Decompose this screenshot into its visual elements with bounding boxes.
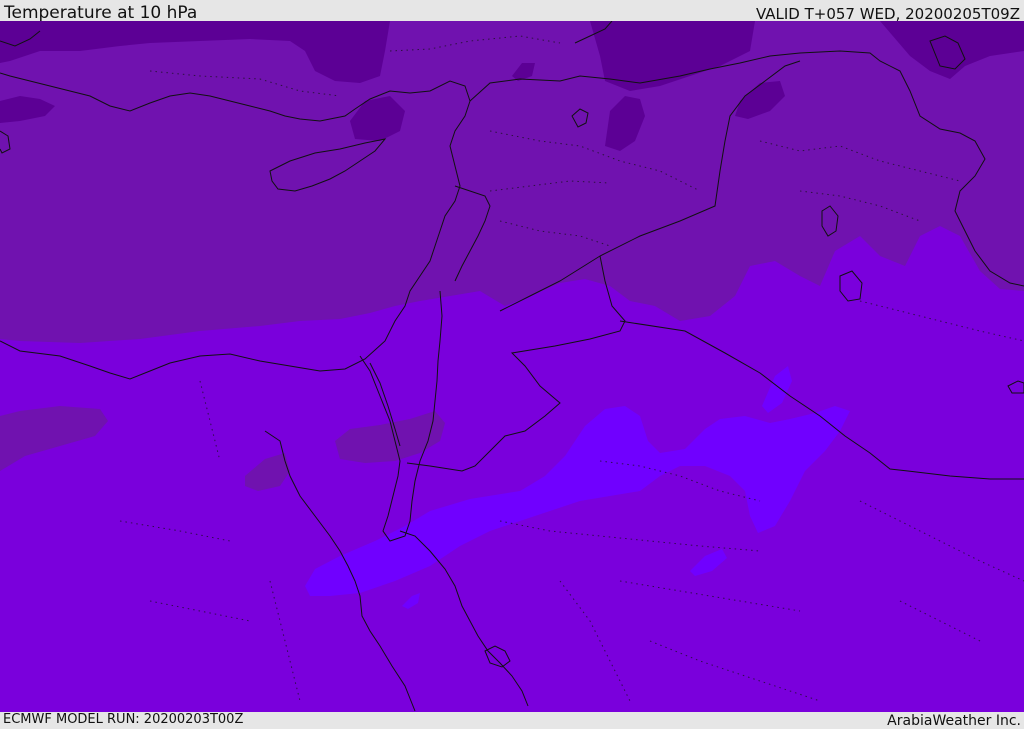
temperature-map[interactable] <box>0 21 1024 712</box>
map-title: Temperature at 10 hPa <box>4 3 198 23</box>
map-footer: ECMWF MODEL RUN: 20200203T00Z ArabiaWeat… <box>0 712 1024 729</box>
credit-label: ArabiaWeather Inc. <box>887 713 1021 729</box>
map-header: Temperature at 10 hPa VALID T+057 WED, 2… <box>0 0 1024 23</box>
map-viewer: Temperature at 10 hPa VALID T+057 WED, 2… <box>0 0 1024 729</box>
model-run-label: ECMWF MODEL RUN: 20200203T00Z <box>3 712 244 727</box>
map-canvas[interactable] <box>0 21 1024 712</box>
